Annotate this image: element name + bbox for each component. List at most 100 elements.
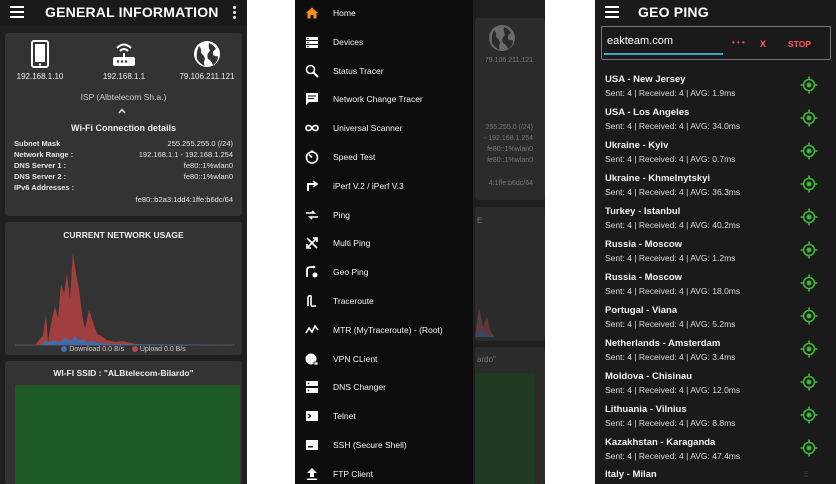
ping-stats: Sent: 4 | Received: 4 | AVG: 18.0ms [605, 286, 741, 296]
menu-item-vpn-client[interactable]: VPN CLient [295, 346, 473, 373]
peek-usage-fragment: E [477, 216, 483, 225]
location-target-icon[interactable] [800, 274, 818, 292]
menu-item-label: Traceroute [333, 296, 374, 306]
ping-result-item[interactable]: Ukraine - Kyiv Sent: 4 | Received: 4 | A… [595, 140, 836, 173]
peek-line: 4:1ffe:b6dc/64 [488, 180, 533, 187]
detail-key: Subnet Mask [14, 139, 61, 148]
ping-location: Russia - Moscow [605, 272, 683, 283]
multi-ping-icon [306, 237, 318, 250]
device-router[interactable]: 192.168.1.1 [89, 40, 159, 81]
infinity-icon [305, 124, 319, 132]
peek-line: fe80::1%wlan0 [487, 157, 533, 164]
location-target-icon[interactable] [800, 439, 818, 457]
peek-line: fe80::1%wlan0 [487, 146, 533, 153]
location-target-icon[interactable] [800, 241, 818, 259]
ping-location: Lithuania - Vilnius [605, 404, 687, 415]
ping-location: Ukraine - Kyiv [605, 140, 669, 151]
scroll-handle[interactable]: ⁞⁞ [804, 472, 816, 479]
upload-legend-label: Upload 0.0 B/s [139, 346, 186, 353]
menu-item-label: Home [333, 8, 356, 18]
menu-item-geo-ping[interactable]: Geo Ping [295, 259, 473, 286]
menu-item-devices[interactable]: Devices [295, 29, 473, 56]
ping-result-item[interactable]: Turkey - Istanbul Sent: 4 | Received: 4 … [595, 206, 836, 239]
location-target-icon[interactable] [800, 373, 818, 391]
ssh-icon [306, 440, 318, 450]
detail-row: IPv6 Addresses : [14, 183, 233, 193]
stop-button[interactable]: STOP [788, 39, 811, 49]
host-input-wrapper [604, 29, 723, 55]
device-phone[interactable]: 192.168.1.10 [5, 40, 75, 81]
menu-item-telnet[interactable]: Telnet [295, 403, 473, 430]
menu-item-multi-ping[interactable]: Multi Ping [295, 230, 473, 257]
menu-item-label: Universal Scanner [333, 123, 403, 134]
chevron-up-icon[interactable] [118, 108, 126, 114]
location-target-icon[interactable] [800, 406, 818, 424]
detail-row: DNS Server 2 : fe80::1%wlan0 [14, 172, 233, 182]
device-internet[interactable]: 79.106.211.121 [172, 40, 242, 81]
menu-item-ssh[interactable]: SSH (Secure Shell) [295, 432, 473, 459]
ping-stats: Sent: 4 | Received: 4 | AVG: 0.7ms [605, 154, 736, 164]
isp-label: ISP (Albtelecom Sh.a.) [80, 92, 167, 102]
detail-row: Subnet Mask 255.255.255.0 (/24) [14, 139, 233, 149]
ping-result-item[interactable]: Kazakhstan - Karaganda Sent: 4 | Receive… [595, 437, 836, 470]
upload-icon [307, 467, 317, 480]
menu-item-iperf[interactable]: iPerf V.2 / iPerf V.3 [295, 173, 473, 200]
location-target-icon[interactable] [800, 76, 818, 94]
menu-item-label: Telnet [333, 411, 356, 422]
ping-result-item[interactable]: Netherlands - Amsterdam Sent: 4 | Receiv… [595, 338, 836, 371]
location-target-icon[interactable] [800, 208, 818, 226]
ping-result-item[interactable]: USA - New Jersey Sent: 4 | Received: 4 |… [595, 74, 836, 107]
menu-item-universal-scanner[interactable]: Universal Scanner [295, 115, 473, 142]
dns-icon [306, 381, 318, 394]
ipv6-row: fe80::b2a3:1dd4:1ffe:b6dc/64 [14, 195, 233, 205]
menu-icon[interactable] [10, 6, 24, 18]
ping-result-item[interactable]: Russia - Moscow Sent: 4 | Received: 4 | … [595, 239, 836, 272]
menu-item-label: Status Tracer [333, 65, 384, 76]
clear-button[interactable]: X [760, 39, 766, 49]
detail-value: fe80::1%wlan0 [183, 172, 233, 181]
ping-result-item[interactable]: Lithuania - Vilnius Sent: 4 | Received: … [595, 404, 836, 437]
usage-heading: CURRENT NETWORK USAGE [63, 230, 184, 240]
router-icon [113, 43, 135, 66]
traceroute-icon [307, 294, 316, 308]
menu-item-status-tracer[interactable]: Status Tracer [295, 58, 473, 85]
more-options-icon[interactable] [233, 6, 237, 19]
ping-result-item[interactable]: Portugal - Viana Sent: 4 | Received: 4 |… [595, 305, 836, 338]
ping-result-item[interactable]: Russia - Moscow Sent: 4 | Received: 4 | … [595, 272, 836, 305]
menu-item-ping[interactable]: Ping [295, 202, 473, 229]
menu-item-speed-test[interactable]: Speed Test [295, 144, 473, 171]
usage-legend: Download 0.0 B/s Upload 0.0 B/s [5, 346, 242, 353]
ping-result-item[interactable]: Ukraine - Khmelnytskyi Sent: 4 | Receive… [595, 173, 836, 206]
vpn-icon [305, 353, 319, 365]
detail-key: IPv6 Addresses : [14, 183, 75, 192]
router-ip-label: 192.168.1.1 [102, 72, 146, 81]
location-target-icon[interactable] [800, 340, 818, 358]
location-target-icon[interactable] [800, 142, 818, 160]
menu-item-mtr[interactable]: MTR (MyTraceroute) - (Root) [295, 317, 473, 344]
ping-result-item[interactable]: Moldova - Chisinau Sent: 4 | Received: 4… [595, 371, 836, 404]
detail-key: DNS Server 2 : [14, 172, 67, 181]
menu-item-network-change-tracer[interactable]: Network Change Tracer [295, 86, 473, 113]
location-target-icon[interactable] [800, 175, 818, 193]
menu-item-label: DNS Changer [333, 382, 386, 393]
menu-item-ftp-client[interactable]: FTP Client [295, 461, 473, 484]
menu-item-label: SSH (Secure Shell) [333, 440, 407, 450]
location-target-icon[interactable] [800, 307, 818, 325]
menu-item-home[interactable]: Home [295, 0, 473, 27]
host-input[interactable] [604, 29, 723, 53]
telnet-icon [306, 411, 318, 422]
menu-item-label: Multi Ping [333, 238, 371, 249]
menu-item-traceroute[interactable]: Traceroute [295, 288, 473, 315]
menu-icon[interactable] [605, 6, 619, 18]
ssid-heading: WI-FI SSID : "ALBtelecom-Bilardo" [53, 368, 194, 378]
menu-item-dns-changer[interactable]: DNS Changer [295, 374, 473, 401]
ping-result-item[interactable]: USA - Los Angeles Sent: 4 | Received: 4 … [595, 107, 836, 140]
mtr-icon [305, 324, 319, 334]
devices-icon [306, 36, 318, 48]
peek-usage-graph [475, 307, 495, 337]
menu-item-label: MTR (MyTraceroute) - (Root) [333, 324, 443, 335]
ping-result-item[interactable]: Italy - Milan [595, 469, 836, 484]
detail-row: Network Range : 192.168.1.1 - 192.168.1.… [14, 150, 233, 160]
phone-icon [31, 40, 49, 68]
location-target-icon[interactable] [800, 109, 818, 127]
